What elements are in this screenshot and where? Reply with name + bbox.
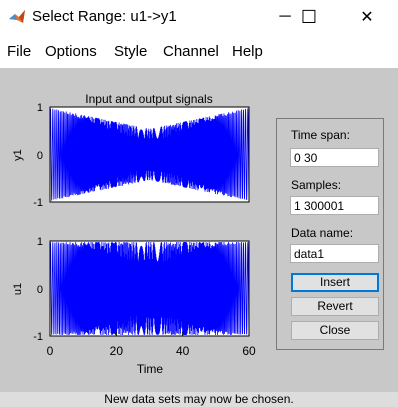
top-ylabel: y1: [12, 149, 24, 161]
menu-channel[interactable]: Channel: [163, 43, 219, 60]
maximize-icon: ☐: [300, 6, 318, 27]
bottom-ytick-0: 0: [37, 284, 43, 296]
matlab-icon: [9, 10, 25, 23]
bottom-ylabel: u1: [12, 283, 24, 295]
insert-button[interactable]: Insert: [291, 273, 379, 292]
plots-svg: Input and output signals 1 0 -1 y1 1 0 -…: [12, 92, 256, 376]
xtick-label: 60: [242, 344, 256, 358]
time-span-input[interactable]: [290, 148, 379, 167]
top-plot-title: Input and output signals: [85, 92, 212, 106]
close-window-button[interactable]: ✕: [344, 0, 390, 34]
top-ytick-0: 0: [37, 150, 43, 162]
time-span-label: Time span:: [291, 128, 350, 142]
menu-bar: File Options Style Channel Help: [0, 34, 398, 68]
close-icon: ✕: [360, 9, 374, 26]
xtick-label: 20: [110, 344, 124, 358]
revert-button[interactable]: Revert: [291, 297, 379, 316]
samples-input[interactable]: [290, 196, 379, 215]
bottom-signal-line: [49, 241, 250, 336]
data-name-label: Data name:: [291, 226, 354, 240]
window-title: Select Range: u1->y1: [32, 8, 177, 25]
status-bar: New data sets may now be chosen.: [0, 392, 398, 407]
title-bar: Select Range: u1->y1 ─ ☐ ✕: [0, 0, 398, 34]
bottom-ytick-1: 1: [37, 236, 43, 248]
top-ytick-neg1: -1: [33, 197, 43, 209]
samples-label: Samples:: [291, 178, 342, 192]
xtick-label: 0: [47, 344, 54, 358]
close-button[interactable]: Close: [291, 321, 379, 340]
menu-style[interactable]: Style: [114, 43, 147, 60]
bot-signal-path: [49, 241, 250, 336]
top-ytick-1: 1: [37, 102, 43, 114]
menu-help[interactable]: Help: [232, 43, 263, 60]
bottom-xlabel: Time: [137, 362, 164, 376]
bottom-ytick-neg1: -1: [33, 331, 43, 343]
data-name-input[interactable]: [290, 244, 379, 263]
menu-file[interactable]: File: [7, 43, 31, 60]
menu-options[interactable]: Options: [45, 43, 97, 60]
maximize-button[interactable]: ☐: [286, 0, 332, 34]
xtick-label: 40: [176, 344, 190, 358]
